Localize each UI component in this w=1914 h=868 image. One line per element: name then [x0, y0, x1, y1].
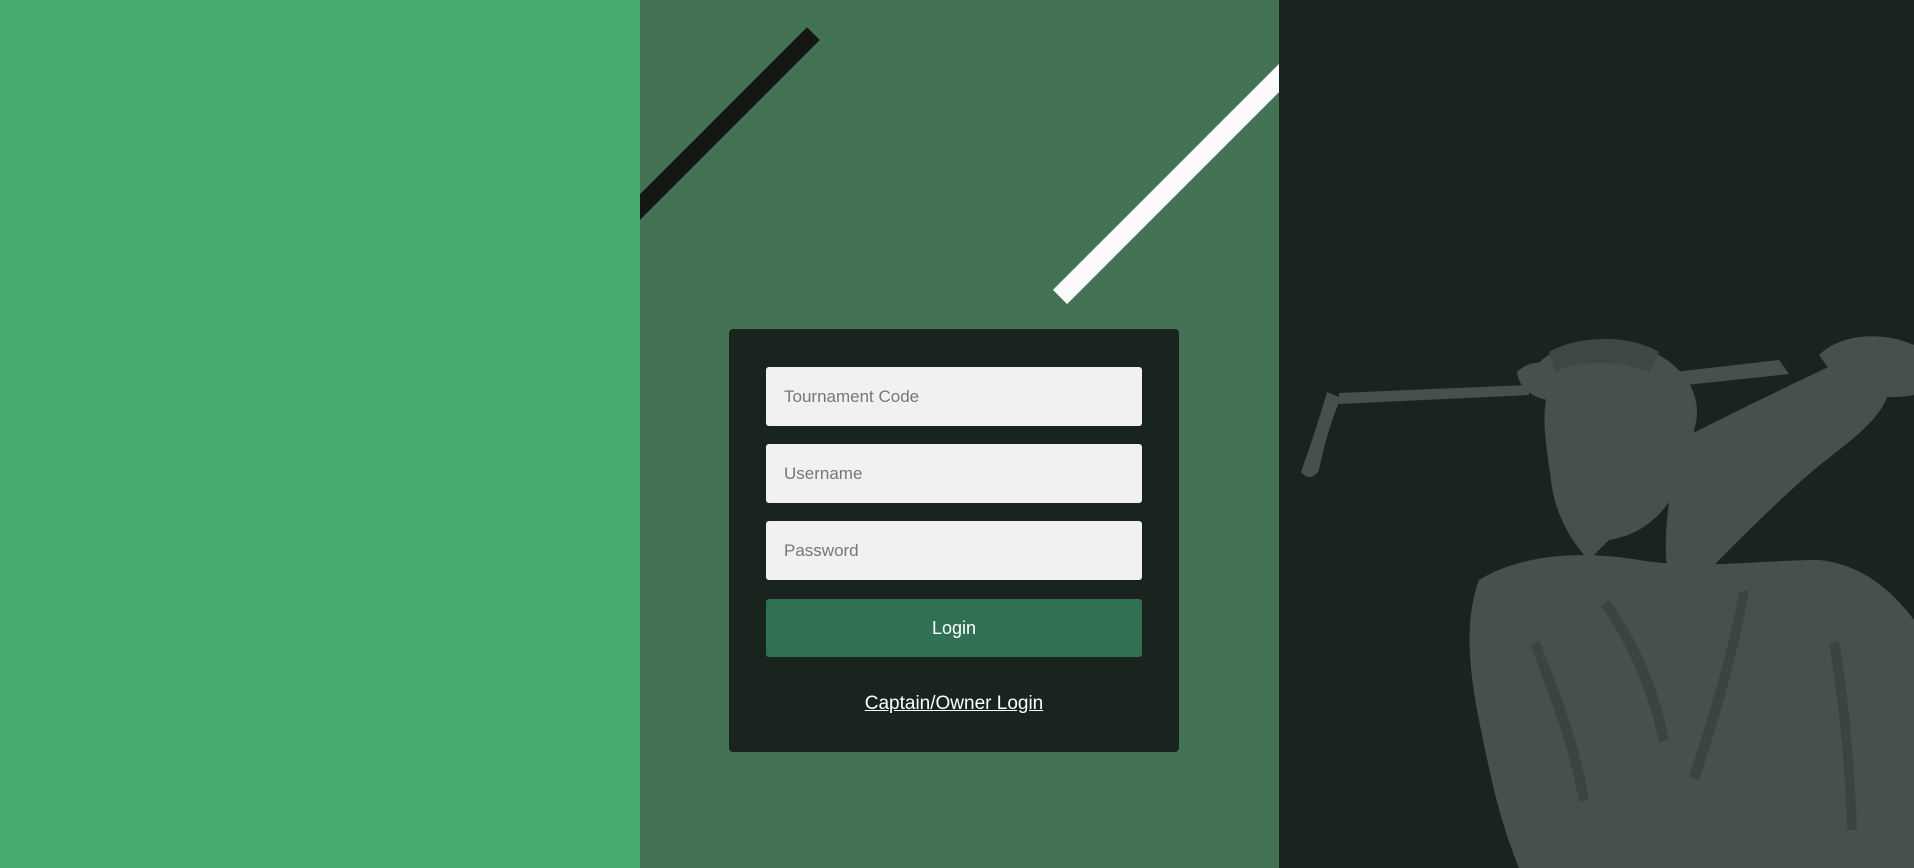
dark-diagonal-stripe: [640, 27, 820, 274]
login-button[interactable]: Login: [766, 599, 1142, 657]
login-card: Login Captain/Owner Login: [729, 329, 1179, 752]
golfer-silhouette-icon: [1301, 336, 1914, 868]
login-page: Login Captain/Owner Login: [0, 0, 1914, 868]
right-dark-panel: [1279, 0, 1914, 868]
username-input[interactable]: [766, 444, 1142, 503]
light-diagonal-stripe: [1052, 56, 1279, 305]
left-color-panel: [0, 0, 640, 868]
captain-owner-login-link[interactable]: Captain/Owner Login: [766, 693, 1142, 715]
tournament-code-input[interactable]: [766, 367, 1142, 426]
password-input[interactable]: [766, 521, 1142, 580]
